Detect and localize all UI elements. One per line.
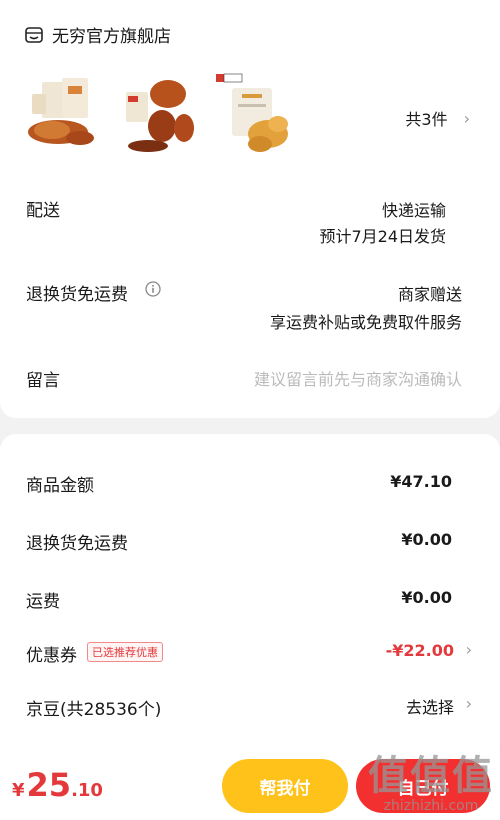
delivery-label: 配送 — [26, 201, 60, 221]
store-header[interactable]: 无穷官方旗舰店 — [24, 22, 171, 47]
watermark-logo: 值值值 — [368, 753, 494, 799]
total-price: ¥ 25 .10 — [12, 766, 103, 804]
delivery-method[interactable]: 快递运输 — [382, 197, 446, 221]
goods-amount-value: ¥47.10 — [390, 472, 452, 491]
chevron-right-icon[interactable]: › — [466, 640, 472, 659]
product-list[interactable] — [22, 72, 310, 156]
chevron-right-icon[interactable]: › — [466, 694, 472, 713]
freight-label: 运费 — [26, 592, 60, 612]
product-image[interactable] — [22, 72, 106, 156]
freight-value: ¥0.00 — [401, 588, 452, 607]
coupon-label: 优惠券 — [26, 646, 77, 666]
product-image[interactable] — [118, 72, 202, 156]
return-fee-value: ¥0.00 — [401, 530, 452, 549]
info-icon[interactable] — [145, 281, 161, 297]
watermark: 值值值 zhizhizhi.com — [368, 754, 494, 814]
store-name: 无穷官方旗舰店 — [52, 27, 171, 47]
total-decimal: .10 — [71, 780, 103, 801]
delivery-eta: 预计7月24日发货 — [319, 227, 446, 246]
return-shipping-desc: 享运费补贴或免费取件服务 — [269, 313, 462, 332]
help-pay-button[interactable]: 帮我付 — [222, 759, 348, 813]
return-fee-label: 退换货免运费 — [26, 534, 128, 554]
product-image[interactable] — [214, 72, 298, 156]
return-shipping-label: 退换货免运费 — [26, 285, 128, 305]
total-integer: 25 — [26, 766, 72, 804]
return-shipping-value: 商家赠送 — [397, 285, 462, 304]
store-icon — [25, 26, 43, 43]
jingdou-label: 京豆(共28536个) — [26, 700, 162, 720]
message-label: 留言 — [26, 371, 60, 391]
watermark-url: zhizhizhi.com — [383, 798, 479, 814]
goods-amount-label: 商品金额 — [26, 476, 94, 496]
coupon-tag: 已选推荐优惠 — [87, 642, 163, 662]
item-count[interactable]: 共3件 › — [405, 106, 470, 130]
message-input[interactable]: 建议留言前先与商家沟通确认 — [254, 366, 462, 390]
currency-symbol: ¥ — [12, 780, 25, 801]
chevron-right-icon: › — [463, 108, 470, 128]
item-count-label: 共3件 — [405, 110, 448, 129]
jingdou-select[interactable]: 去选择 — [406, 694, 454, 718]
coupon-value[interactable]: -¥22.00 — [386, 641, 454, 660]
